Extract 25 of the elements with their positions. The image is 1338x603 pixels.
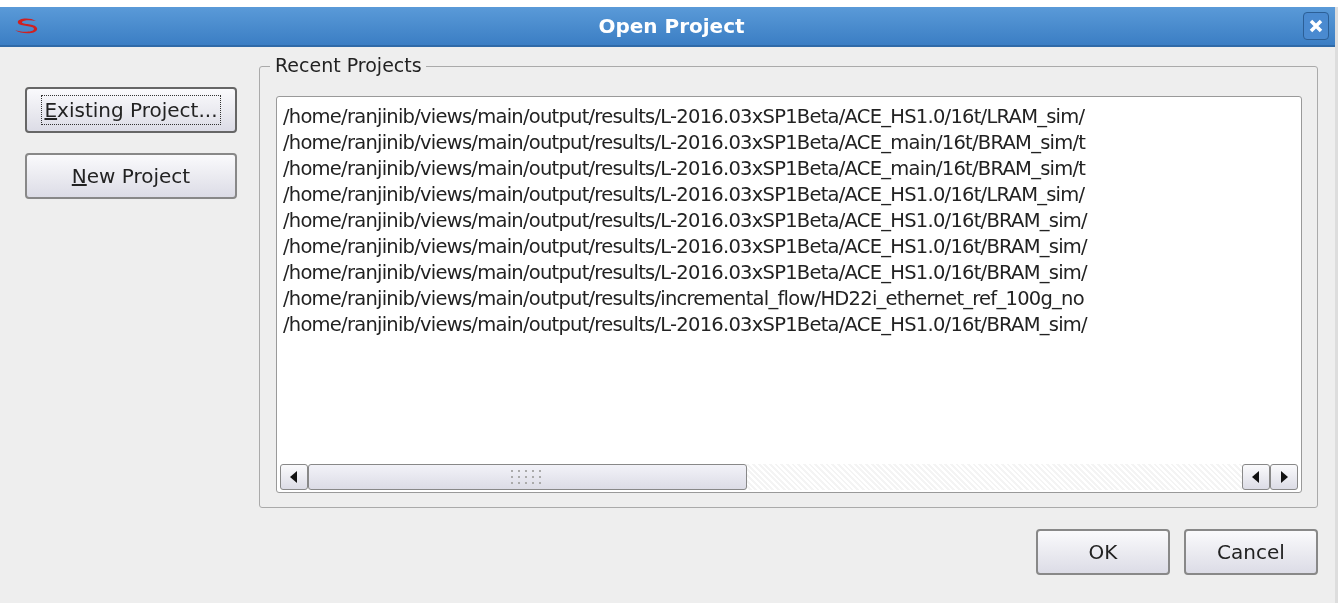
project-path-item[interactable]: /home/ranjinib/views/main/output/results/L-2016.03xSP1Beta/ACE_HS1.0/16t/LRAM_sim/	[283, 182, 1301, 208]
project-path-item[interactable]: /home/ranjinib/views/main/output/results/L-2016.03xSP1Beta/ACE_HS1.0/16t/BRAM_sim/	[283, 208, 1301, 234]
group-title: Recent Projects	[270, 54, 426, 76]
close-button[interactable]	[1303, 12, 1329, 40]
horizontal-scrollbar[interactable]	[277, 462, 1301, 492]
cancel-button[interactable]: Cancel	[1184, 529, 1318, 575]
scroll-left-button[interactable]	[1242, 464, 1270, 490]
new-project-button[interactable]: New Project	[25, 153, 237, 199]
right-arrow-icon	[1280, 471, 1288, 483]
scrollbar-thumb[interactable]	[308, 464, 747, 490]
left-arrow-icon	[290, 471, 298, 483]
project-path-item[interactable]: /home/ranjinib/views/main/output/results/L-2016.03xSP1Beta/ACE_HS1.0/16t/BRAM_sim/	[283, 234, 1301, 260]
project-path-item[interactable]: /home/ranjinib/views/main/output/results/L-2016.03xSP1Beta/ACE_HS1.0/16t/BRAM_sim/	[283, 312, 1301, 338]
project-path-item[interactable]: /home/ranjinib/views/main/output/results/L-2016.03xSP1Beta/ACE_HS1.0/16t/LRAM_sim/	[283, 104, 1301, 130]
scroll-right-button[interactable]	[1270, 464, 1298, 490]
close-icon	[1309, 19, 1323, 33]
ok-button[interactable]: OK	[1036, 529, 1170, 575]
existing-project-button[interactable]: Existing Project...	[25, 87, 237, 133]
project-path-item[interactable]: /home/ranjinib/views/main/output/results/L-2016.03xSP1Beta/ACE_main/16t/BRAM_sim/t	[283, 156, 1301, 182]
scroll-left-button[interactable]	[280, 464, 308, 490]
project-path-item[interactable]: /home/ranjinib/views/main/output/results/incremental_flow/HD22i_ethernet_ref_100g_no	[283, 286, 1301, 312]
left-arrow-icon	[1252, 471, 1260, 483]
project-path-item[interactable]: /home/ranjinib/views/main/output/results/L-2016.03xSP1Beta/ACE_main/16t/BRAM_sim/t	[283, 130, 1301, 156]
window-title: Open Project	[597, 14, 746, 38]
project-path-item[interactable]: /home/ranjinib/views/main/output/results/L-2016.03xSP1Beta/ACE_HS1.0/16t/BRAM_sim/	[283, 260, 1301, 286]
